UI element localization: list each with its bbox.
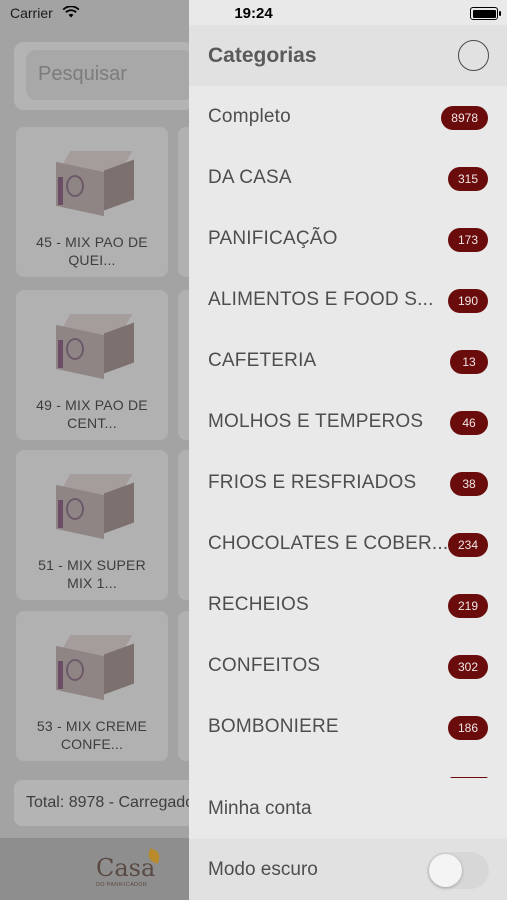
drawer-title: Categorias — [208, 44, 317, 67]
count-badge: 315 — [447, 167, 488, 191]
category-item-molhos[interactable]: MOLHOS E TEMPEROS 46 — [189, 391, 507, 452]
product-name: 51 - MIX SUPER MIX 1... — [38, 557, 146, 591]
my-account-label: Minha conta — [208, 798, 312, 819]
count-badge: 13 — [450, 350, 488, 374]
count-badge: 8978 — [441, 106, 488, 130]
status-bar: Carrier 19:24 — [0, 0, 507, 26]
circle-button[interactable] — [458, 40, 489, 71]
category-label: MOLHOS E TEMPEROS — [208, 411, 424, 432]
brand-logo: Casa DO PANIFICADOR — [96, 848, 166, 892]
category-item-cafeteria[interactable]: CAFETERIA 13 — [189, 330, 507, 391]
categories-drawer: Categorias Completo 8978 DA CASA 315 PAN… — [189, 0, 507, 900]
category-item-da-casa[interactable]: DA CASA 315 — [189, 147, 507, 208]
category-list: Completo 8978 DA CASA 315 PANIFICAÇÃO 17… — [189, 86, 507, 778]
product-name: 45 - MIX PAO DE QUEI... — [36, 234, 148, 268]
category-item-frios[interactable]: FRIOS E RESFRIADOS 38 — [189, 452, 507, 513]
category-label: CAFETERIA — [208, 350, 317, 371]
product-box-image — [52, 308, 136, 380]
category-label: PANIFICAÇÃO — [208, 228, 338, 249]
category-label: DA CASA — [208, 167, 292, 188]
category-label: CHOCOLATES E COBER... — [208, 533, 449, 554]
product-card[interactable]: 49 - MIX PAO DE CENT... — [16, 290, 168, 440]
category-label: FRIOS E RESFRIADOS — [208, 472, 417, 493]
battery-icon — [470, 7, 501, 20]
category-label: RECHEIOS — [208, 594, 309, 615]
count-badge: 234 — [447, 533, 488, 557]
count-badge: 38 — [450, 472, 488, 496]
count-badge: 219 — [447, 594, 488, 618]
category-label: BOMBONIERE — [208, 716, 339, 737]
product-card[interactable]: 53 - MIX CREME CONFE... — [16, 611, 168, 761]
total-text: Total: 8978 - Carregados — [26, 794, 190, 811]
product-name: 53 - MIX CREME CONFE... — [36, 718, 148, 752]
product-box-image — [52, 468, 136, 540]
category-item-chocolates[interactable]: CHOCOLATES E COBER... 234 — [189, 513, 507, 574]
status-time: 19:24 — [234, 5, 273, 22]
product-card[interactable]: 51 - MIX SUPER MIX 1... — [16, 450, 168, 600]
category-item-recheios[interactable]: RECHEIOS 219 — [189, 574, 507, 635]
category-label: ALIMENTOS E FOOD S... — [208, 289, 434, 310]
product-box-image — [52, 629, 136, 701]
dark-mode-label: Modo escuro — [208, 859, 318, 880]
product-card[interactable]: 45 - MIX PAO DE QUEI... — [16, 127, 168, 277]
count-badge: 173 — [447, 228, 488, 252]
search-placeholder: Pesquisar — [38, 63, 127, 85]
category-item-panificacao[interactable]: PANIFICAÇÃO 173 — [189, 208, 507, 269]
toggle-knob — [429, 854, 462, 887]
dark-mode-item: Modo escuro — [189, 839, 507, 900]
count-badge: 46 — [450, 411, 488, 435]
product-box-image — [52, 145, 136, 217]
category-label: CONFEITOS — [208, 655, 321, 676]
category-item-completo[interactable]: Completo 8978 — [189, 86, 507, 147]
category-item-confeitos[interactable]: CONFEITOS 302 — [189, 635, 507, 696]
my-account-item[interactable]: Minha conta — [189, 778, 507, 839]
count-badge: 302 — [447, 655, 488, 679]
count-badge: 190 — [447, 289, 488, 313]
count-badge: 186 — [447, 716, 488, 740]
category-item-bomboniere[interactable]: BOMBONIERE 186 — [189, 696, 507, 757]
category-label: Completo — [208, 106, 291, 127]
dark-mode-toggle[interactable] — [427, 852, 489, 889]
product-name: 49 - MIX PAO DE CENT... — [36, 397, 148, 431]
category-item-alimentos[interactable]: ALIMENTOS E FOOD S... 190 — [189, 269, 507, 330]
